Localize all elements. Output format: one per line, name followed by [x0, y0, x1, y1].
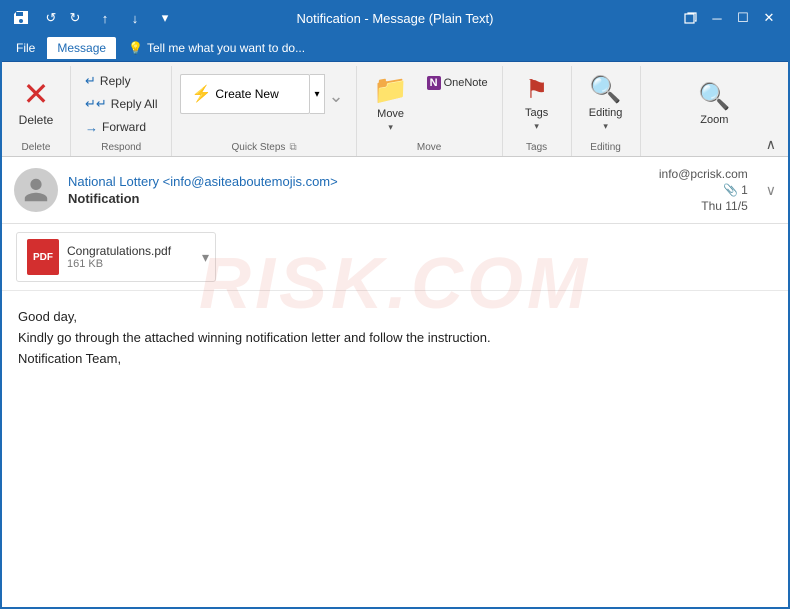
- move-button[interactable]: 📁 Move ▾: [365, 70, 417, 136]
- lightning-icon: ⚡: [191, 84, 211, 104]
- move-group-label: Move: [365, 142, 494, 156]
- lightbulb-icon: 💡: [128, 41, 143, 55]
- undo-redo-group: ↺ ↻: [40, 7, 86, 29]
- expand-button[interactable]: ⌄: [325, 70, 348, 107]
- email-body: Good day, Kindly go through the attached…: [2, 291, 788, 385]
- editing-group-label: Editing: [580, 142, 632, 156]
- ribbon-group-zoom: 🔍 Zoom ∧: [641, 66, 788, 156]
- menu-message[interactable]: Message: [47, 37, 116, 59]
- tags-flag-icon: ⚑: [525, 74, 548, 105]
- tags-arrow-icon: ▾: [534, 121, 539, 132]
- title-bar: ↺ ↻ ↑ ↓ ▾ Notification - Message (Plain …: [2, 2, 788, 34]
- reply-icon: ↵: [85, 73, 96, 89]
- zoom-icon: 🔍: [698, 81, 730, 112]
- person-icon: [22, 176, 50, 204]
- reply-button[interactable]: ↵ Reply: [79, 70, 137, 92]
- move-arrow-icon: ▾: [388, 122, 393, 133]
- download-button[interactable]: ↓: [124, 7, 146, 29]
- delete-group-label: Delete: [22, 142, 51, 156]
- attachment-info: Congratulations.pdf 161 KB: [67, 244, 171, 270]
- quicksteps-expand-icon: ⧉: [289, 142, 296, 153]
- attachment-indicator: 📎 1: [723, 183, 748, 197]
- delete-icon: ✕: [23, 78, 50, 110]
- attachment-filename: Congratulations.pdf: [67, 244, 171, 258]
- save-button[interactable]: [10, 7, 32, 29]
- onenote-button[interactable]: N OneNote: [421, 72, 494, 94]
- ribbon-group-delete: ✕ Delete Delete: [2, 66, 71, 156]
- attachment-area: PDF Congratulations.pdf 161 KB ▾: [2, 224, 788, 291]
- move-folder-icon: 📁: [373, 73, 408, 106]
- forward-button[interactable]: → Forward: [79, 116, 152, 138]
- ribbon-group-editing: 🔍 Editing ▾ Editing: [572, 66, 641, 156]
- sender-address: National Lottery <info@asiteaboutemojis.…: [68, 174, 649, 189]
- undo-button[interactable]: ↺: [40, 7, 62, 29]
- mail-to-area: info@pcrisk.com 📎 1 Thu 11/5: [659, 167, 748, 213]
- forward-icon: →: [85, 120, 98, 135]
- email-date: Thu 11/5: [701, 199, 747, 213]
- pdf-icon: PDF: [27, 239, 59, 275]
- tell-me-text[interactable]: Tell me what you want to do...: [147, 41, 305, 55]
- mail-metadata: National Lottery <info@asiteaboutemojis.…: [68, 174, 649, 206]
- reply-label: Reply: [100, 74, 131, 88]
- recipient-address: info@pcrisk.com: [659, 167, 748, 181]
- attachment-count: 1: [741, 183, 748, 197]
- onenote-label: OneNote: [444, 77, 488, 89]
- expand-email-button[interactable]: ∨: [766, 182, 776, 199]
- search-editing-icon: 🔍: [589, 74, 621, 105]
- editing-label: Editing: [589, 107, 623, 119]
- reply-all-label: Reply All: [111, 97, 158, 111]
- maximize-button[interactable]: ☐: [732, 7, 754, 29]
- tags-label: Tags: [525, 107, 548, 119]
- ribbon-collapse-icon[interactable]: ∧: [766, 136, 776, 153]
- quicksteps-group-label: Quick Steps ⧉: [180, 142, 347, 156]
- ribbon-group-respond: ↵ Reply ↵↵ Reply All → Forward Respond: [71, 66, 172, 156]
- zoom-group-label: ∧: [649, 136, 780, 156]
- customize-button[interactable]: ▾: [154, 7, 176, 29]
- zoom-button[interactable]: 🔍 Zoom: [688, 70, 740, 136]
- reply-all-icon: ↵↵: [85, 96, 107, 112]
- menu-bar: File Message 💡 Tell me what you want to …: [2, 34, 788, 62]
- tags-button[interactable]: ⚑ Tags ▾: [511, 70, 563, 136]
- create-new-button[interactable]: ⚡ Create New: [180, 74, 310, 114]
- email-subject: Notification: [68, 191, 649, 206]
- delete-button[interactable]: ✕ Delete: [10, 70, 62, 136]
- title-bar-left: ↺ ↻ ↑ ↓ ▾: [10, 7, 176, 29]
- mail-content-area: National Lottery <info@asiteaboutemojis.…: [2, 157, 788, 385]
- attachment-dropdown-icon[interactable]: ▾: [202, 249, 209, 266]
- mail-header: National Lottery <info@asiteaboutemojis.…: [2, 157, 788, 224]
- editing-button[interactable]: 🔍 Editing ▾: [580, 70, 632, 136]
- paperclip-icon: 📎: [723, 183, 738, 197]
- respond-group-label: Respond: [79, 142, 163, 156]
- delete-label: Delete: [19, 114, 54, 127]
- body-line-2: Kindly go through the attached winning n…: [18, 328, 772, 349]
- zoom-label: Zoom: [700, 114, 728, 126]
- tell-me-input[interactable]: 💡 Tell me what you want to do...: [118, 41, 315, 55]
- editing-arrow-icon: ▾: [603, 121, 608, 132]
- sender-avatar: [14, 168, 58, 212]
- close-button[interactable]: ✕: [758, 7, 780, 29]
- reply-all-button[interactable]: ↵↵ Reply All: [79, 93, 163, 115]
- attachment-filesize: 161 KB: [67, 258, 171, 270]
- tags-group-label: Tags: [511, 142, 563, 156]
- quick-steps-dropdown[interactable]: ▾: [310, 74, 324, 114]
- redo-button[interactable]: ↻: [64, 7, 86, 29]
- attachment-item[interactable]: PDF Congratulations.pdf 161 KB ▾: [16, 232, 216, 282]
- menu-file[interactable]: File: [6, 37, 45, 59]
- body-line-3: Notification Team,: [18, 349, 772, 370]
- move-label: Move: [377, 108, 404, 120]
- upload-button[interactable]: ↑: [94, 7, 116, 29]
- ribbon-group-quicksteps: ⚡ Create New ▾ ⌄ Quick Steps ⧉: [172, 66, 356, 156]
- create-new-label: Create New: [215, 87, 278, 101]
- restore-button[interactable]: [680, 7, 702, 29]
- forward-label: Forward: [102, 120, 146, 134]
- onenote-icon: N: [427, 76, 441, 90]
- ribbon-group-tags: ⚑ Tags ▾ Tags: [503, 66, 572, 156]
- quick-steps-control[interactable]: ⚡ Create New ▾: [180, 74, 324, 114]
- ribbon: ✕ Delete Delete ↵ Reply ↵↵ Reply All → F…: [2, 62, 788, 157]
- window-title: Notification - Message (Plain Text): [296, 11, 493, 26]
- body-line-1: Good day,: [18, 307, 772, 328]
- ribbon-group-move: 📁 Move ▾ N OneNote Move: [357, 66, 503, 156]
- window-controls: ─ ☐ ✕: [680, 7, 780, 29]
- minimize-button[interactable]: ─: [706, 7, 728, 29]
